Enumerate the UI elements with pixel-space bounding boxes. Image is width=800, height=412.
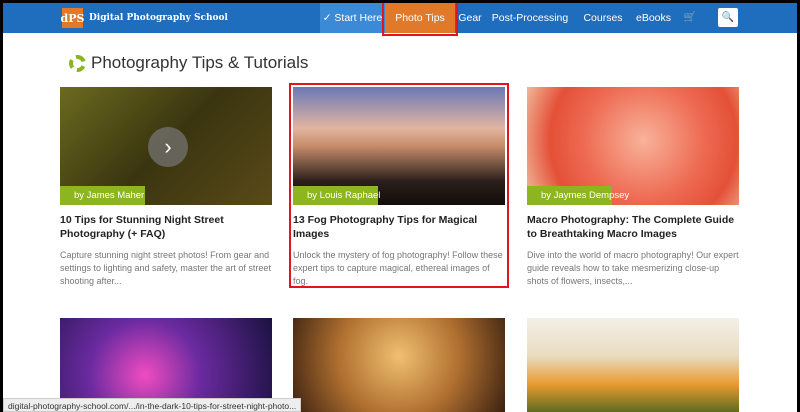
article-desc: Capture stunning night street photos! Fr…: [60, 250, 271, 286]
nav-courses[interactable]: Courses: [578, 3, 628, 33]
article-title[interactable]: Macro Photography: The Complete Guide to…: [527, 214, 739, 241]
article-desc: Dive into the world of macro photography…: [527, 250, 739, 286]
article-image[interactable]: by Jaymes Dempsey: [527, 87, 739, 205]
article-title[interactable]: 10 Tips for Stunning Night Street Photog…: [60, 214, 272, 241]
highlight-box: [382, 3, 458, 36]
author-badge[interactable]: by James Maher: [60, 186, 145, 205]
author-badge[interactable]: by Jaymes Dempsey: [527, 186, 629, 205]
nav-gear[interactable]: Gear: [455, 3, 485, 33]
logo-mark: dPS: [61, 8, 84, 28]
logo-text: Digital Photography School: [89, 13, 228, 23]
article-card[interactable]: › by James Maher 10 Tips for Stunning Ni…: [60, 87, 272, 288]
cart-icon[interactable]: 🛒: [680, 3, 700, 33]
nav-post-processing[interactable]: Post-Processing: [485, 3, 575, 33]
article-image[interactable]: [293, 318, 505, 412]
aperture-icon: [69, 55, 86, 72]
article-card[interactable]: by Jaymes Dempsey Macro Photography: The…: [527, 87, 739, 288]
search-icon[interactable]: 🔍: [718, 8, 738, 27]
article-image[interactable]: › by James Maher: [60, 87, 272, 205]
highlight-box: [289, 83, 509, 288]
page-title: Photography Tips & Tutorials: [91, 53, 309, 72]
play-next-icon[interactable]: ›: [148, 127, 188, 167]
article-image[interactable]: [527, 318, 739, 412]
nav-start-here[interactable]: ✓ Start Here: [320, 3, 385, 33]
site-logo[interactable]: dPS Digital Photography School: [61, 8, 228, 28]
page: dPS Digital Photography School ✓ Start He…: [3, 3, 797, 412]
status-bar-url: digital-photography-school.com/.../in-th…: [3, 398, 302, 412]
nav-ebooks[interactable]: eBooks: [631, 3, 676, 33]
